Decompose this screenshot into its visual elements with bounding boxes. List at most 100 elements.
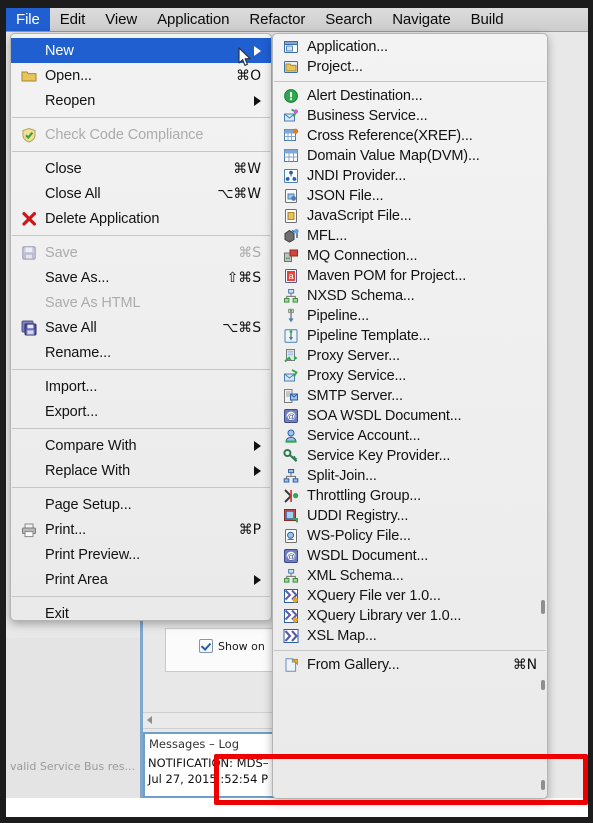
mfl-icon	[283, 228, 299, 244]
file-menu-panel: New Open... ⌘O Reopen Check Code Compliance C…	[10, 33, 272, 622]
new-submenu-item-cross-reference-xref[interactable]: Cross Reference(XREF)...	[273, 126, 547, 146]
new-submenu-item-uddi-registry[interactable]: UDDI Registry...	[273, 506, 547, 526]
new-submenu-item-json-file[interactable]: JSON File...	[273, 186, 547, 206]
new-submenu-item-xml-schema[interactable]: XML Schema...	[273, 566, 547, 586]
new-submenu-item-business-service[interactable]: Business Service...	[273, 106, 547, 126]
new-submenu-item-xquery-file-ver-1-0[interactable]: XQuery File ver 1.0...	[273, 586, 547, 606]
new-submenu-item-jndi-provider[interactable]: JNDI Provider...	[273, 166, 547, 186]
new-submenu-item-mq-connection[interactable]: MQ Connection...	[273, 246, 547, 266]
new-submenu-item-javascript-file[interactable]: JavaScript File...	[273, 206, 547, 226]
new-submenu-item-pipeline-template[interactable]: Pipeline Template...	[273, 326, 547, 346]
project-folder-icon	[283, 59, 299, 75]
submenu-item-label: SOA WSDL Document...	[307, 408, 462, 424]
submenu-arrow-icon	[254, 95, 261, 106]
file-menu-item-export[interactable]: Export...	[11, 399, 271, 424]
menubar-item-application[interactable]: Application	[147, 8, 239, 31]
new-submenu-item-soa-wsdl-document[interactable]: @ SOA WSDL Document...	[273, 406, 547, 426]
new-submenu-item-service-account[interactable]: Service Account...	[273, 426, 547, 446]
menu-item-shortcut: ⇧⌘S	[226, 269, 261, 286]
new-submenu-item-throttling-group[interactable]: Throttling Group...	[273, 486, 547, 506]
file-menu-item-compare-with[interactable]: Compare With	[11, 433, 271, 458]
submenu-item-label: Alert Destination...	[307, 88, 423, 104]
file-menu-item-save-all[interactable]: Save All ⌥⌘S	[11, 315, 271, 340]
uddi-registry-icon	[283, 508, 299, 524]
submenu-item-label: JNDI Provider...	[307, 168, 407, 184]
background-left-panel	[6, 638, 141, 798]
printer-icon	[21, 522, 37, 538]
menubar-item-view[interactable]: View	[95, 8, 147, 31]
menubar-item-search[interactable]: Search	[315, 8, 382, 31]
new-submenu-item-domain-value-map-dvm[interactable]: Domain Value Map(DVM)...	[273, 146, 547, 166]
file-menu-item-print-area[interactable]: Print Area	[11, 567, 271, 592]
submenu-item-label: XML Schema...	[307, 568, 404, 584]
submenu-item-label: Business Service...	[307, 108, 428, 124]
status-bar-text: valid Service Bus res...	[10, 760, 136, 773]
horizontal-scrollbar[interactable]	[143, 712, 285, 729]
file-menu-item-delete-application[interactable]: Delete Application	[11, 206, 271, 231]
new-submenu-item-alert-destination[interactable]: Alert Destination...	[273, 86, 547, 106]
scroll-left-arrow-icon[interactable]	[147, 716, 152, 724]
menubar-item-edit[interactable]: Edit	[50, 8, 95, 31]
file-menu-item-close-all[interactable]: Close All ⌥⌘W	[11, 181, 271, 206]
file-menu-item-reopen[interactable]: Reopen	[11, 88, 271, 113]
file-menu-item-print[interactable]: Print... ⌘P	[11, 517, 271, 542]
file-menu-item-page-setup[interactable]: Page Setup...	[11, 492, 271, 517]
file-menu-item-save-as[interactable]: Save As... ⇧⌘S	[11, 265, 271, 290]
new-submenu-item-from-gallery[interactable]: From Gallery... ⌘N	[273, 655, 547, 675]
menubar-item-file[interactable]: File	[6, 8, 50, 31]
checkbox-icon[interactable]	[199, 639, 213, 653]
submenu-item-shortcut: ⌘N	[512, 657, 537, 673]
background-options-panel: Show on	[165, 628, 286, 672]
new-submenu-item-pipeline[interactable]: Pipeline...	[273, 306, 547, 326]
submenu-item-label: Cross Reference(XREF)...	[307, 128, 473, 144]
submenu-item-label: WSDL Document...	[307, 548, 429, 564]
submenu-item-label: Split-Join...	[307, 468, 377, 484]
new-submenu-item-split-join[interactable]: Split-Join...	[273, 466, 547, 486]
menu-item-label: Rename...	[45, 344, 111, 361]
menu-item-label: Check Code Compliance	[45, 126, 204, 143]
new-submenu-item-smtp-server[interactable]: SMTP Server...	[273, 386, 547, 406]
new-submenu-item-maven-pom-for-project[interactable]: a Maven POM for Project...	[273, 266, 547, 286]
menu-item-label: Print Preview...	[45, 546, 141, 563]
tab-messages-log[interactable]: Messages – Log	[149, 737, 239, 751]
menu-item-label: Reopen	[45, 92, 96, 109]
application-icon	[283, 39, 299, 55]
file-menu-item-exit[interactable]: Exit	[11, 601, 271, 626]
file-menu-item-rename[interactable]: Rename...	[11, 340, 271, 365]
file-menu-item-close[interactable]: Close ⌘W	[11, 156, 271, 181]
new-submenu-item-ws-policy-file[interactable]: WS-Policy File...	[273, 526, 547, 546]
new-submenu-item-service-key-provider[interactable]: Service Key Provider...	[273, 446, 547, 466]
new-submenu-item-nxsd-schema[interactable]: NXSD Schema...	[273, 286, 547, 306]
menu-item-shortcut: ⌥⌘S	[222, 319, 261, 336]
file-menu-item-print-preview[interactable]: Print Preview...	[11, 542, 271, 567]
xquery-file-icon	[283, 588, 299, 604]
new-submenu-item-proxy-server[interactable]: Proxy Server...	[273, 346, 547, 366]
menubar-item-navigate[interactable]: Navigate	[382, 8, 460, 31]
new-submenu-item-proxy-service[interactable]: Proxy Service...	[273, 366, 547, 386]
menu-item-label: Close	[45, 160, 82, 177]
menu-item-label: New	[45, 42, 74, 59]
file-menu-item-open[interactable]: Open... ⌘O	[11, 63, 271, 88]
throttling-group-icon	[283, 488, 299, 504]
file-menu-item-replace-with[interactable]: Replace With	[11, 458, 271, 483]
menubar-item-refactor[interactable]: Refactor	[239, 8, 315, 31]
menu-item-label: Replace With	[45, 462, 131, 479]
svg-text:@: @	[287, 551, 295, 561]
show-on-checkbox-row[interactable]: Show on	[199, 639, 265, 653]
new-submenu-item-xquery-library-ver-1-0[interactable]: XQuery Library ver 1.0...	[273, 606, 547, 626]
submenu-item-label: JavaScript File...	[307, 208, 412, 224]
window-frame-left	[0, 0, 6, 823]
new-submenu-item-mfl[interactable]: MFL...	[273, 226, 547, 246]
submenu-separator	[274, 650, 546, 651]
menu-item-label: Save	[45, 244, 78, 261]
menubar-item-build[interactable]: Build	[461, 8, 514, 31]
new-submenu-item-xsl-map[interactable]: XSL Map...	[273, 626, 547, 646]
save-disk-icon	[21, 245, 37, 261]
file-menu-item-new[interactable]: New	[11, 38, 271, 63]
pipeline-template-icon	[283, 328, 299, 344]
new-submenu-item-wsdl-document[interactable]: @ WSDL Document...	[273, 546, 547, 566]
submenu-item-label: XQuery File ver 1.0...	[307, 588, 441, 604]
file-menu-item-import[interactable]: Import...	[11, 374, 271, 399]
new-submenu-item-application[interactable]: Application...	[273, 37, 547, 57]
new-submenu-item-project[interactable]: Project...	[273, 57, 547, 77]
